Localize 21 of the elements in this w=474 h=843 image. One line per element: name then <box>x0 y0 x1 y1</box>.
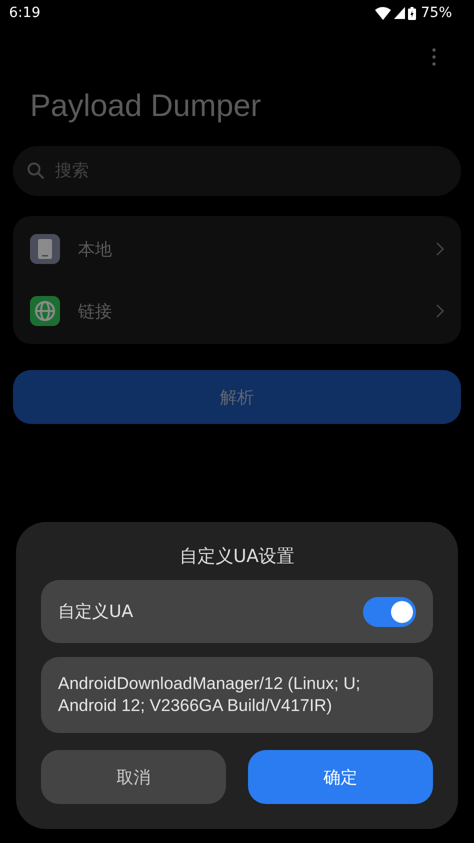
signal-icon <box>394 7 405 19</box>
search-icon <box>27 162 45 180</box>
phone-icon <box>30 234 60 264</box>
ua-input-field[interactable]: AndroidDownloadManager/12 (Linux; U; Android 12; V2366GA Build/V417IR) <box>41 657 433 733</box>
battery-percent: 75% <box>420 5 452 21</box>
more-menu-icon[interactable] <box>432 48 436 66</box>
wifi-icon <box>374 6 391 20</box>
battery-icon <box>408 6 416 20</box>
cancel-button[interactable]: 取消 <box>41 750 226 804</box>
chevron-right-icon <box>436 242 444 256</box>
parse-button[interactable]: 解析 <box>13 370 461 424</box>
dialog-title: 自定义UA设置 <box>179 545 295 568</box>
source-item[interactable]: 本地 <box>13 218 461 280</box>
app-title: Payload Dumper <box>30 88 262 125</box>
toggle-switch[interactable] <box>363 596 416 626</box>
confirm-button[interactable]: 确定 <box>248 750 433 804</box>
switch-label: 自定义UA <box>58 601 134 623</box>
status-time: 6:19 <box>9 5 40 21</box>
chevron-right-icon <box>436 304 444 318</box>
globe-icon <box>30 296 60 326</box>
source-item[interactable]: 链接 <box>13 280 461 342</box>
